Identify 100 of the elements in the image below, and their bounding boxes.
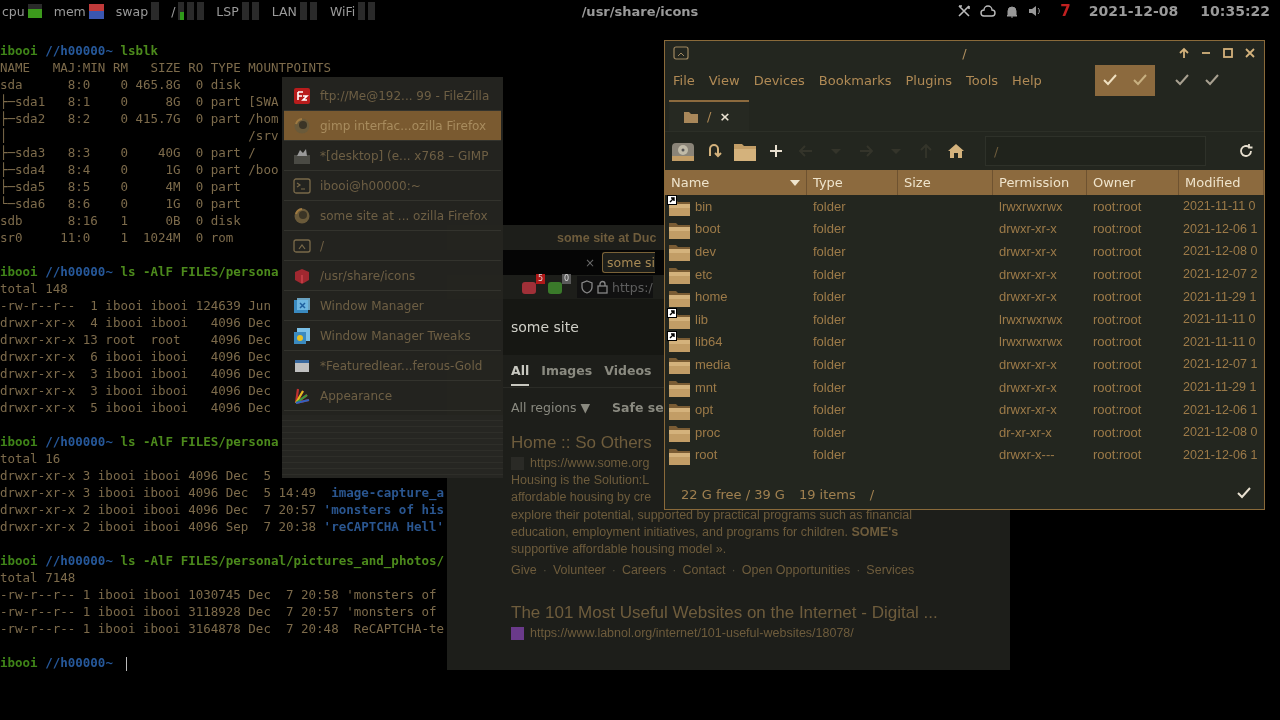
- link-separator: ·: [731, 562, 736, 580]
- speaker-icon[interactable]: [1028, 5, 1043, 17]
- file-name[interactable]: mnt: [695, 379, 717, 395]
- search-field[interactable]: some site: [511, 319, 579, 335]
- result-link[interactable]: Volunteer: [552, 558, 606, 583]
- file-name[interactable]: media: [695, 356, 731, 372]
- switcher-item[interactable]: Window Manager Tweaks: [284, 321, 501, 351]
- result-link[interactable]: Open Opportunities: [741, 558, 851, 583]
- table-cell: root:root: [1093, 289, 1142, 305]
- refresh-icon[interactable]: [1238, 143, 1254, 159]
- check-icon: [1236, 485, 1252, 500]
- file-name[interactable]: boot: [695, 221, 721, 237]
- menu-item[interactable]: Bookmarks: [818, 72, 892, 88]
- terminal-line: ibooi //h00000~ ls -AlF FILES/persona: [0, 263, 279, 280]
- switcher-item[interactable]: *FeaturedIear...ferous-Gold: [284, 351, 501, 381]
- terminal-line: drwxr-xr-x 3 ibooi ibooi 4096 Dec: [0, 382, 271, 399]
- table-cell: folder: [813, 402, 846, 418]
- column-header[interactable]: Owner: [1087, 170, 1179, 195]
- menu-item[interactable]: Help: [1012, 72, 1042, 88]
- table-cell: folder: [813, 198, 846, 214]
- result-url[interactable]: https://www.some.org: [530, 454, 650, 472]
- address-field[interactable]: https:/: [577, 276, 653, 298]
- file-name[interactable]: lib: [695, 311, 708, 327]
- date-label: 2021-12-08: [1088, 3, 1179, 19]
- favicon-icon: [511, 627, 524, 640]
- switcher-item[interactable]: /usr/share/icons: [284, 261, 501, 291]
- shield-icon: [581, 280, 593, 294]
- bell-icon[interactable]: [1006, 4, 1019, 18]
- maximize-icon[interactable]: [1222, 47, 1234, 59]
- search-tab[interactable]: Images: [541, 356, 593, 386]
- table-cell: 2021-11-11 0: [1183, 334, 1256, 349]
- snippet-line: supportive affordable housing model ».: [511, 541, 727, 559]
- path-field[interactable]: /: [985, 136, 1206, 166]
- table-cell: root:root: [1093, 221, 1142, 237]
- result-link[interactable]: Contact: [682, 558, 726, 583]
- extension-icon[interactable]: [521, 279, 539, 295]
- switcher-item[interactable]: Window Manager: [284, 291, 501, 321]
- switcher-item[interactable]: /: [284, 231, 501, 261]
- result-link[interactable]: Give: [511, 558, 537, 583]
- menu-item[interactable]: View: [708, 72, 740, 88]
- switcher-item[interactable]: some site at ... ozilla Firefox: [284, 201, 501, 231]
- switcher-item[interactable]: Appearance: [284, 381, 501, 411]
- table-cell: root:root: [1093, 311, 1142, 327]
- table-cell: root:root: [1093, 198, 1142, 214]
- filter-dropdown[interactable]: Safe se: [612, 399, 664, 415]
- terminal-line: -rw-r--r-- 1 ibooi ibooi 124639 Jun: [0, 297, 271, 314]
- file-name[interactable]: lib64: [695, 334, 723, 350]
- close-icon[interactable]: [1244, 47, 1256, 59]
- file-name[interactable]: opt: [695, 402, 714, 418]
- extension-icon[interactable]: [547, 279, 565, 295]
- file-name[interactable]: root: [695, 447, 718, 463]
- switcher-item[interactable]: *[desktop] (e... x768 – GIMP: [284, 141, 501, 171]
- result-title[interactable]: Home :: So Others: [511, 432, 652, 454]
- result-link[interactable]: Services: [866, 558, 915, 583]
- tab-close-button[interactable]: ×: [719, 109, 731, 124]
- check-icon: [1204, 73, 1220, 87]
- table-cell: root:root: [1093, 424, 1142, 440]
- tools-icon[interactable]: [958, 5, 971, 17]
- column-header[interactable]: Modified: [1179, 170, 1264, 195]
- column-header[interactable]: Type: [807, 170, 898, 195]
- column-header[interactable]: Size: [898, 170, 993, 195]
- folder-icon: [683, 109, 699, 124]
- column-header[interactable]: Permission: [993, 170, 1087, 195]
- result-url[interactable]: https://www.labnol.org/internet/101-useful-websites/18078/: [530, 624, 854, 643]
- arrow-up-icon[interactable]: [1178, 47, 1190, 59]
- menu-item[interactable]: Plugins: [905, 72, 953, 88]
- file-name[interactable]: proc: [695, 424, 721, 440]
- filter-dropdown[interactable]: All regions ▼: [511, 399, 591, 415]
- table-cell: lrwxrwxrwx: [999, 198, 1063, 214]
- file-name[interactable]: home: [695, 289, 728, 305]
- switcher-item[interactable]: ibooi@h00000:~: [284, 171, 501, 201]
- file-name[interactable]: dev: [695, 244, 716, 259]
- menu-item[interactable]: Tools: [966, 72, 999, 88]
- file-name[interactable]: etc: [695, 266, 713, 282]
- cloud-icon[interactable]: [980, 5, 997, 17]
- meter-icon: [178, 2, 205, 20]
- result-title[interactable]: The 101 Most Useful Websites on the Internet - Digital ...: [511, 602, 938, 625]
- file-name[interactable]: bin: [695, 198, 713, 214]
- extension-badge: 0: [561, 274, 571, 284]
- toggle-button[interactable]: [1095, 64, 1125, 96]
- menu-item[interactable]: Devices: [753, 72, 805, 88]
- tab-close-button[interactable]: ×: [585, 255, 596, 270]
- menu-item[interactable]: File: [673, 72, 695, 88]
- table-cell: root:root: [1093, 266, 1142, 282]
- meter-icon: [88, 3, 104, 19]
- drive-icon[interactable]: [671, 140, 695, 162]
- terminal-line: -rw-r--r-- 1 ibooi ibooi 3118928 Dec 7 20:57 'monsters of: [0, 603, 437, 620]
- window-title: /usr/share/icons: [581, 3, 699, 19]
- browser-tab[interactable]: some si: [602, 252, 656, 273]
- table-cell: folder: [813, 266, 846, 282]
- table-cell: folder: [813, 311, 846, 327]
- result-link[interactable]: Careers: [621, 558, 667, 583]
- table-cell: lrwxrwxrwx: [999, 311, 1063, 327]
- terminal-line: sr0 11:0 1 1024M 0 rom: [0, 229, 234, 246]
- terminal-icon: [293, 176, 311, 195]
- snippet-line: education, employment initiatives, and programs for children. SOME's: [511, 523, 899, 541]
- toggle-button[interactable]: [1125, 64, 1155, 96]
- search-tab[interactable]: Videos: [604, 356, 652, 386]
- search-tab[interactable]: All: [511, 356, 530, 386]
- table-cell: 2021-12-08 0: [1183, 425, 1258, 440]
